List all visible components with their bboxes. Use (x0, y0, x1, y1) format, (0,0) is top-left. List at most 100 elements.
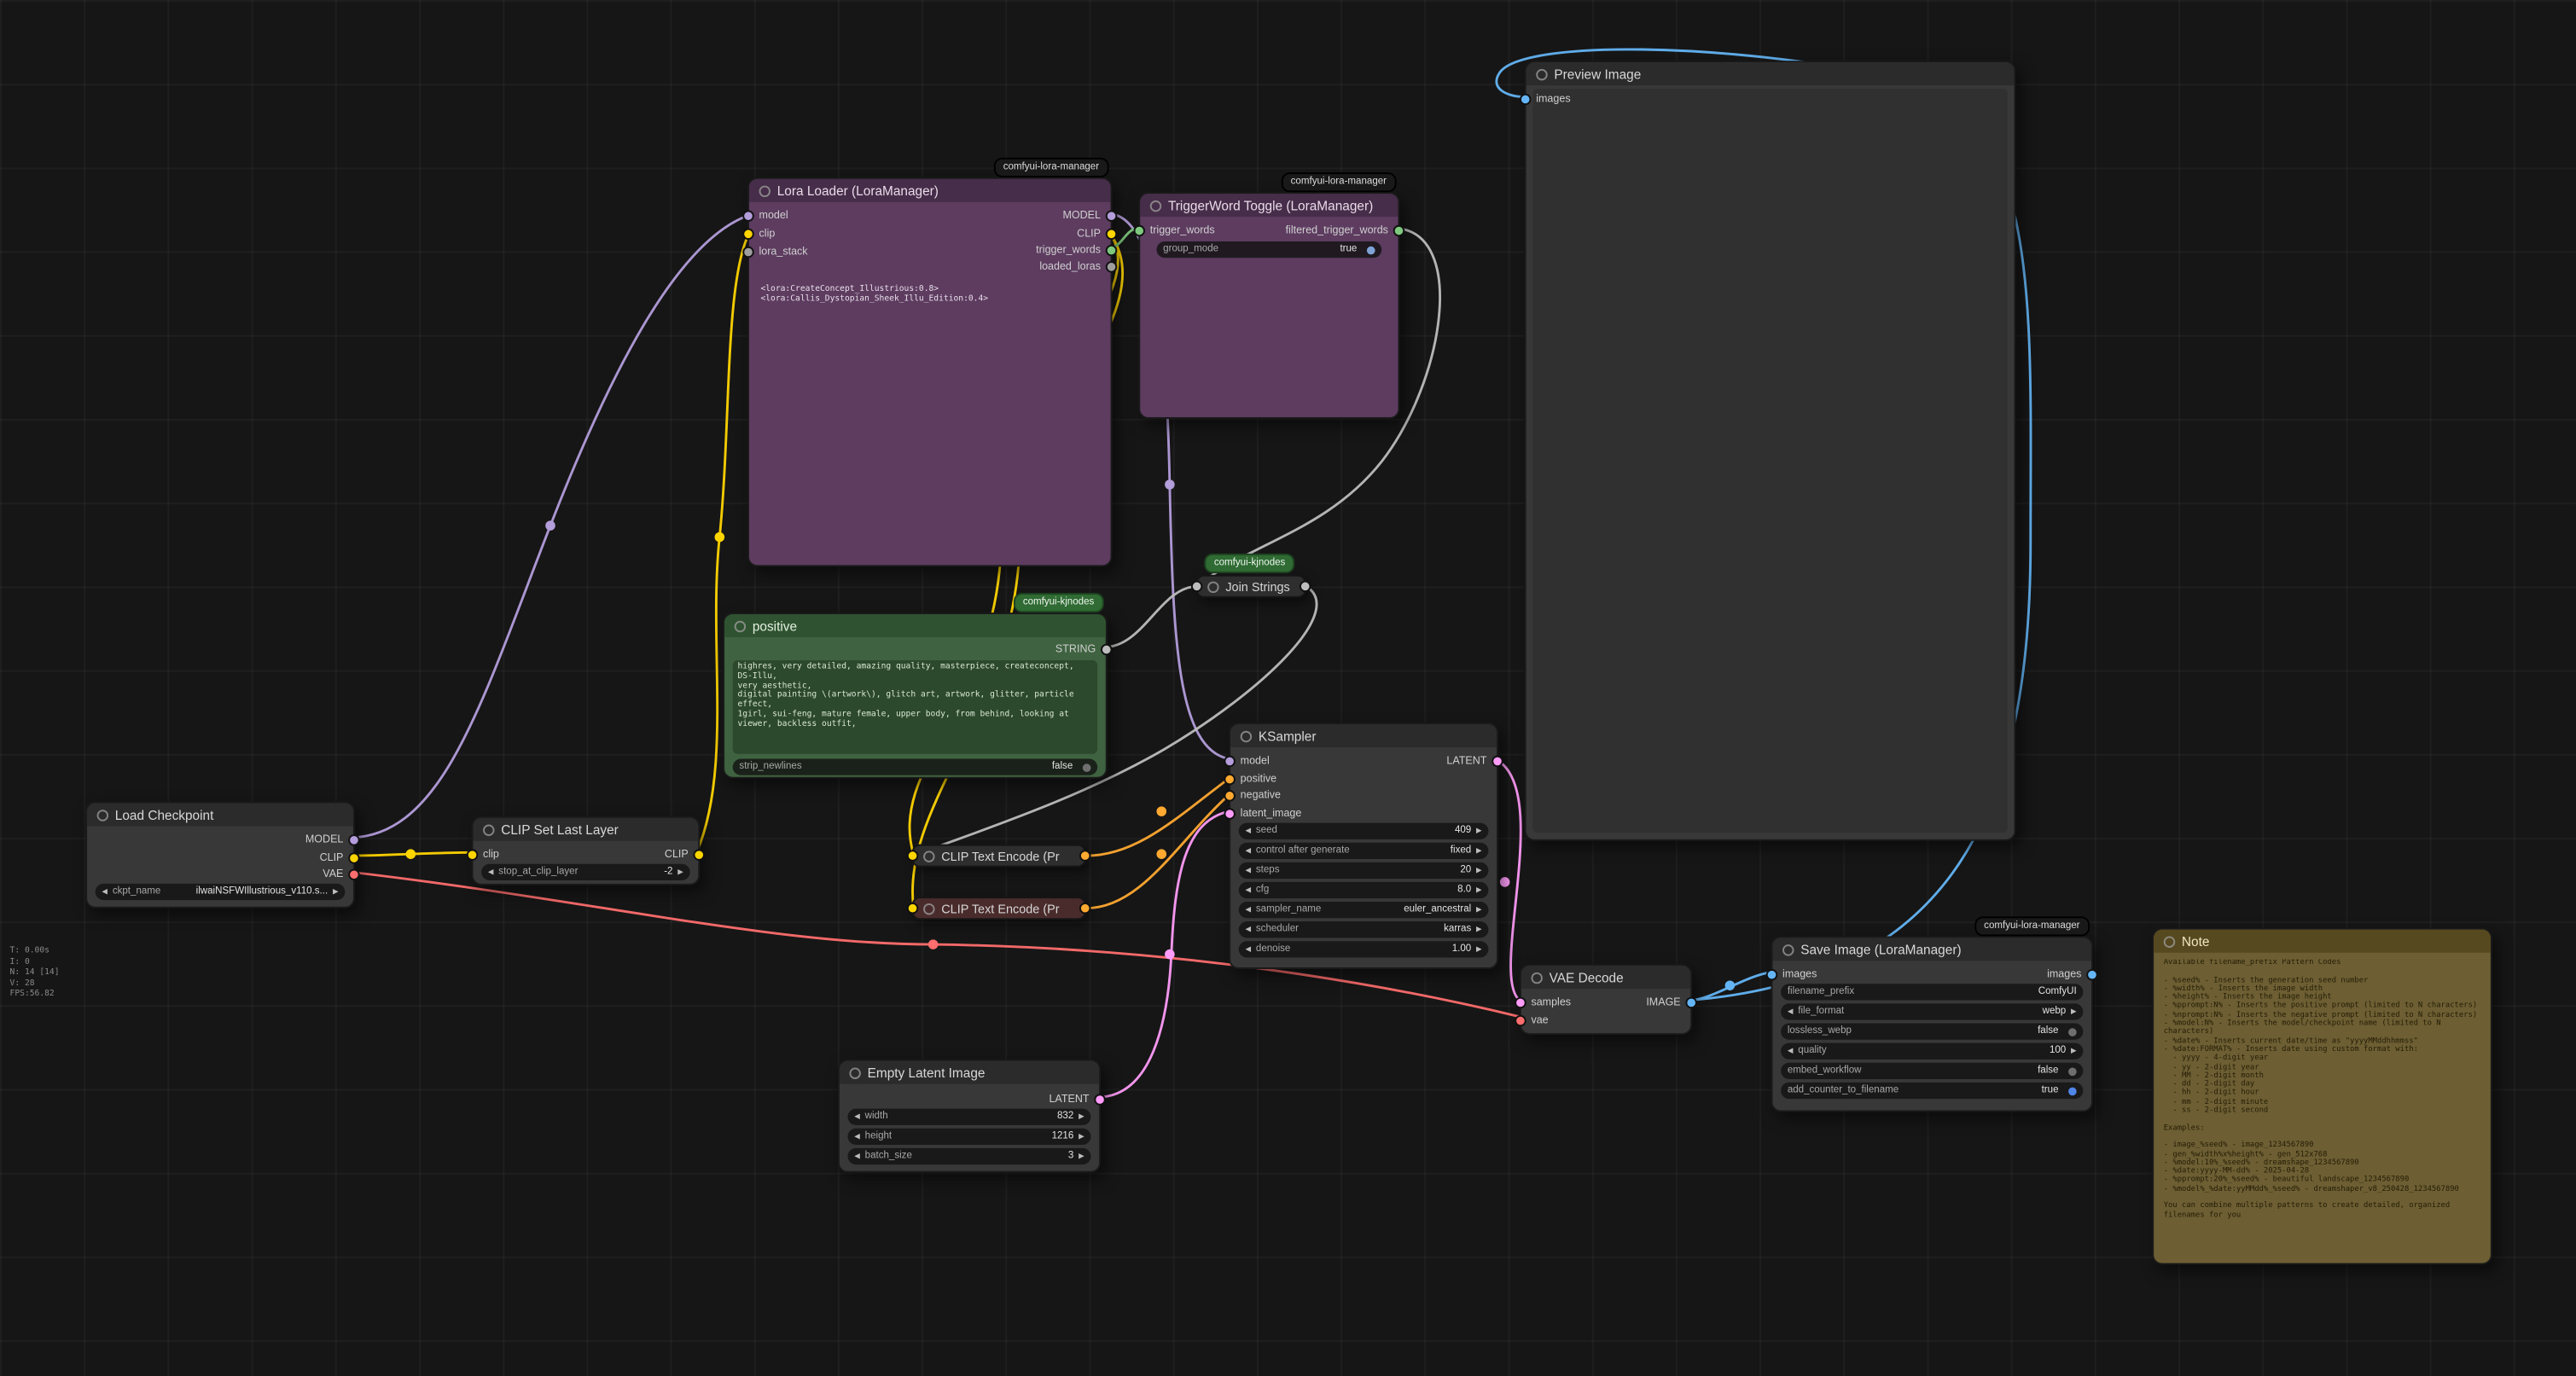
port-vae-output[interactable]: VAE (323, 866, 359, 882)
node-note[interactable]: Note Available filename_prefix Pattern C… (2152, 928, 2492, 1265)
node-clip-set-last-layer[interactable]: CLIP Set Last Layer clip CLIP ◀ stop_at_… (472, 816, 701, 885)
widget-stop-at-clip-layer[interactable]: ◀ stop_at_clip_layer -2 ▶ (481, 864, 690, 880)
port-clip-input[interactable]: clip (742, 225, 775, 241)
port-positive-input[interactable]: positive (1224, 770, 1276, 787)
node-triggerword-toggle[interactable]: TriggerWord Toggle (LoraManager) trigger… (1138, 192, 1399, 419)
port-trigger-words-output[interactable]: trigger_words (1036, 241, 1117, 258)
toggle-dot[interactable] (2068, 1027, 2077, 1036)
port-dot-clip-input[interactable] (907, 903, 918, 914)
widget-height[interactable]: ◀ height 1216 ▶ (847, 1129, 1090, 1145)
arrow-left-icon[interactable]: ◀ (1245, 846, 1251, 856)
widget-quality[interactable]: ◀ quality 100 ▶ (1781, 1043, 2083, 1060)
arrow-left-icon[interactable]: ◀ (854, 1132, 860, 1142)
node-title-bar[interactable]: positive (724, 614, 1106, 637)
port-model-output[interactable]: MODEL (1062, 207, 1117, 224)
arrow-left-icon[interactable]: ◀ (1245, 826, 1251, 836)
port-model-output[interactable]: MODEL (305, 831, 360, 847)
port-dot-string[interactable] (1101, 643, 1112, 654)
collapse-icon[interactable] (849, 1067, 860, 1078)
node-title-bar[interactable]: Load Checkpoint (87, 804, 353, 827)
lora-text-widget[interactable]: <lora:CreateConcept_Illustrious:0.8> <lo… (760, 284, 1099, 304)
widget-batch-size[interactable]: ◀ batch_size 3 ▶ (847, 1148, 1090, 1164)
arrow-left-icon[interactable]: ◀ (1788, 1007, 1794, 1017)
port-images-output[interactable]: images (2047, 966, 2098, 982)
node-join-strings[interactable]: Join Strings (1196, 575, 1306, 598)
port-dot-conditioning[interactable] (1224, 773, 1235, 784)
node-title-bar[interactable]: Lora Loader (LoraManager) (749, 179, 1111, 202)
arrow-right-icon[interactable]: ▶ (1476, 885, 1482, 896)
collapse-icon[interactable] (2164, 936, 2175, 947)
arrow-left-icon[interactable]: ◀ (1245, 944, 1251, 955)
arrow-right-icon[interactable]: ▶ (1079, 1152, 1084, 1162)
node-title-bar[interactable]: CLIP Set Last Layer (474, 818, 699, 841)
node-load-checkpoint[interactable]: Load Checkpoint MODEL CLIP VAE ◀ ckpt_na… (85, 802, 355, 909)
node-graph-canvas[interactable]: T: 0.00s I: 0 N: 14 [14] V: 28 FPS:56.82… (0, 0, 2576, 1376)
node-vae-decode[interactable]: VAE Decode samples vae IMAGE (1520, 964, 1692, 1035)
port-dot-clip[interactable] (694, 848, 705, 859)
port-clip-input[interactable]: clip (467, 846, 499, 862)
port-dot-string-output[interactable] (1300, 581, 1311, 592)
node-clip-text-encode-negative[interactable]: CLIP Text Encode (Pr (912, 897, 1086, 920)
port-model-input[interactable]: model (742, 207, 788, 224)
port-dot-clip[interactable] (742, 228, 753, 239)
port-dot-conditioning-output[interactable] (1079, 903, 1090, 914)
collapse-icon[interactable] (1150, 200, 1161, 211)
node-title-bar[interactable]: Note (2154, 930, 2491, 953)
widget-control-after-generate[interactable]: ◀ control after generate fixed ▶ (1239, 843, 1489, 859)
node-title-bar[interactable]: KSampler (1230, 724, 1497, 747)
port-dot-conditioning[interactable] (1224, 789, 1235, 800)
port-dot-model[interactable] (1224, 755, 1235, 766)
toggle-dot[interactable] (2068, 1067, 2077, 1076)
port-clip-output[interactable]: CLIP (1077, 225, 1117, 241)
port-dot-string-input[interactable] (1191, 581, 1202, 592)
collapse-icon[interactable] (1782, 943, 1794, 955)
widget-cfg[interactable]: ◀ cfg 8.0 ▶ (1239, 882, 1489, 898)
port-dot-image[interactable] (2086, 968, 2097, 979)
arrow-right-icon[interactable]: ▶ (1079, 1112, 1084, 1122)
collapse-icon[interactable] (923, 850, 934, 861)
node-positive-prompt[interactable]: positive STRING highres, very detailed, … (723, 613, 1108, 778)
port-dot-latent[interactable] (1224, 807, 1235, 818)
widget-scheduler[interactable]: ◀ scheduler karras ▶ (1239, 921, 1489, 938)
widget-width[interactable]: ◀ width 832 ▶ (847, 1109, 1090, 1125)
prompt-textarea[interactable]: highres, very detailed, amazing quality,… (733, 660, 1097, 754)
port-string-output[interactable]: STRING (1055, 641, 1113, 657)
node-clip-text-encode-positive[interactable]: CLIP Text Encode (Pr (912, 845, 1086, 868)
port-images-input[interactable]: images (1520, 90, 1571, 107)
widget-steps[interactable]: ◀ steps 20 ▶ (1239, 862, 1489, 879)
port-dot-model[interactable] (348, 833, 359, 845)
arrow-right-icon[interactable]: ▶ (2071, 1007, 2077, 1017)
port-dot-latent[interactable] (1094, 1093, 1105, 1104)
arrow-left-icon[interactable]: ◀ (1245, 866, 1251, 876)
port-dot-clip-input[interactable] (907, 850, 918, 861)
port-dot-image[interactable] (1520, 93, 1531, 104)
arrow-right-icon[interactable]: ▶ (677, 868, 683, 878)
arrow-right-icon[interactable]: ▶ (1476, 866, 1482, 876)
port-vae-input[interactable]: vae (1515, 1012, 1548, 1028)
node-title-bar[interactable]: Save Image (LoraManager) (1772, 938, 2091, 961)
widget-filename-prefix[interactable]: filename_prefix ComfyUI (1781, 984, 2083, 1000)
port-image-output[interactable]: IMAGE (1646, 994, 1697, 1010)
arrow-right-icon[interactable]: ▶ (1476, 846, 1482, 856)
node-empty-latent-image[interactable]: Empty Latent Image LATENT ◀ width 832 ▶ … (838, 1060, 1101, 1173)
collapse-icon[interactable] (483, 824, 494, 835)
port-lora-stack-input[interactable]: lora_stack (742, 243, 807, 259)
node-title-bar[interactable]: Preview Image (1526, 62, 2015, 85)
arrow-left-icon[interactable]: ◀ (488, 868, 494, 878)
port-trigger-words-input[interactable]: trigger_words (1134, 222, 1215, 238)
node-save-image[interactable]: Save Image (LoraManager) images images f… (1771, 936, 2093, 1112)
port-dot-loaded-loras[interactable] (1106, 260, 1117, 271)
port-model-input[interactable]: model (1224, 752, 1269, 769)
port-clip-output[interactable]: CLIP (665, 846, 705, 862)
port-dot-image[interactable] (1685, 996, 1696, 1007)
note-text[interactable]: Available filename_prefix Pattern Codes … (2164, 959, 2484, 1257)
port-loaded-loras-output[interactable]: loaded_loras (1039, 258, 1117, 274)
arrow-right-icon[interactable]: ▶ (1079, 1132, 1084, 1142)
collapse-icon[interactable] (1207, 581, 1218, 592)
arrow-right-icon[interactable]: ▶ (1476, 905, 1482, 915)
collapse-icon[interactable] (97, 809, 108, 820)
widget-seed[interactable]: ◀ seed 409 ▶ (1239, 823, 1489, 839)
toggle-dot[interactable] (1083, 763, 1091, 771)
node-title-bar[interactable]: VAE Decode (1521, 966, 1690, 989)
arrow-right-icon[interactable]: ▶ (1476, 826, 1482, 836)
